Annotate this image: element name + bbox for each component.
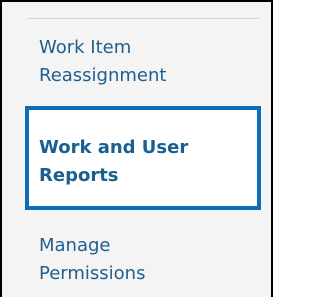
menu-item-label: Work and User Reports	[39, 137, 189, 186]
menu-item-label: Work Item Reassignment	[39, 37, 167, 86]
menu-top-divider	[27, 18, 259, 19]
side-menu-panel: Work Item Reassignment Work and User Rep…	[0, 0, 273, 297]
menu-item-manage-permissions[interactable]: Manage Permissions	[25, 230, 261, 296]
menu-item-work-and-user-reports[interactable]: Work and User Reports	[25, 106, 261, 210]
menu-item-label: Manage Permissions	[39, 235, 146, 284]
menu-item-work-item-reassignment[interactable]: Work Item Reassignment	[25, 32, 261, 98]
